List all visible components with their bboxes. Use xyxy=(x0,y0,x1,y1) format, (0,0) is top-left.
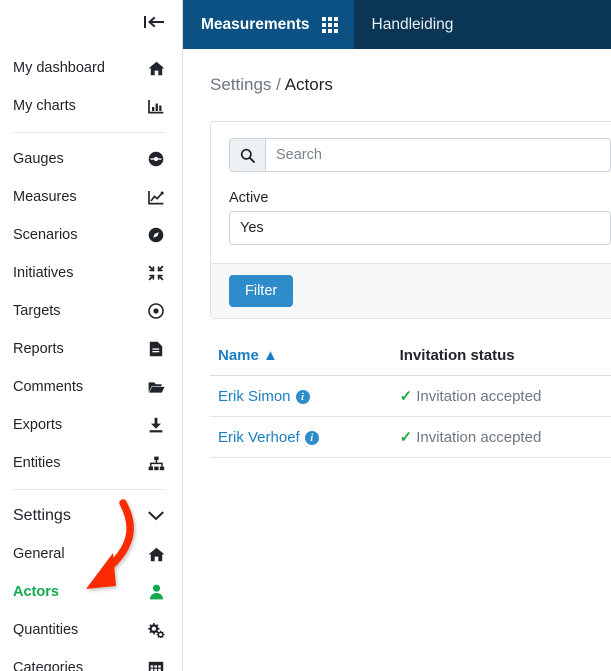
sidebar-item-label: Measures xyxy=(13,189,77,205)
compass-icon xyxy=(147,226,165,244)
sidebar-item-label: Scenarios xyxy=(13,227,78,243)
sidebar-item-label: Comments xyxy=(13,379,84,395)
sidebar-collapse-row xyxy=(0,0,182,49)
topbar-brand[interactable]: Measurements xyxy=(183,0,354,49)
sidebar-item-label: Gauges xyxy=(13,151,64,167)
actor-name-link[interactable]: Erik Verhoef xyxy=(218,429,300,446)
info-icon[interactable]: i xyxy=(304,431,319,445)
gauge-icon xyxy=(147,150,165,168)
topbar: Measurements Handleiding xyxy=(183,0,611,49)
cogs-icon xyxy=(147,621,165,639)
sidebar-item-label: Targets xyxy=(13,303,61,319)
table-row[interactable]: Erik Verhoef i ✓ Invitation accepted xyxy=(210,416,611,458)
download-icon xyxy=(147,416,165,434)
actors-table: Name ▲ Invitation status Erik Simon i ✓ … xyxy=(210,347,611,458)
breadcrumb-parent[interactable]: Settings xyxy=(210,75,271,94)
info-icon[interactable]: i xyxy=(295,390,310,404)
filter-button[interactable]: Filter xyxy=(229,275,294,307)
sidebar-item-entities[interactable]: Entities xyxy=(0,444,182,482)
invitation-status-label: Invitation accepted xyxy=(416,429,542,446)
sidebar-item-label: Categories xyxy=(13,660,84,671)
sidebar-item-label: My charts xyxy=(13,98,76,114)
sidebar-item-categories[interactable]: Categories xyxy=(0,649,182,671)
actor-name-cell: Erik Verhoef i xyxy=(210,416,378,458)
sidebar-item-label: Initiatives xyxy=(13,265,74,281)
invitation-status-label: Invitation accepted xyxy=(416,388,542,405)
sidebar-item-reports[interactable]: Reports xyxy=(0,330,182,368)
actor-name-cell: Erik Simon i xyxy=(210,375,378,417)
sidebar-item-scenarios[interactable]: Scenarios xyxy=(0,216,182,254)
invitation-status-cell: ✓ Invitation accepted xyxy=(377,375,611,417)
breadcrumb-current: Actors xyxy=(284,75,333,94)
active-filter-label: Active xyxy=(229,190,269,206)
search-input-group xyxy=(229,138,611,172)
sidebar-item-my-dashboard[interactable]: My dashboard xyxy=(0,49,182,87)
sort-ascending-icon: ▲ xyxy=(263,347,278,364)
breadcrumb-separator: / xyxy=(276,75,281,94)
sidebar-item-measures[interactable]: Measures xyxy=(0,178,182,216)
column-header-name-label: Name xyxy=(218,347,259,364)
check-icon: ✓ xyxy=(399,429,413,446)
grid-table-icon xyxy=(147,659,165,671)
sidebar-divider xyxy=(13,132,165,133)
line-chart-icon xyxy=(147,188,165,206)
search-icon[interactable] xyxy=(229,138,265,172)
sitemap-icon xyxy=(147,454,165,472)
filter-card: Active Yes Filter xyxy=(210,121,611,319)
sidebar-item-label: Quantities xyxy=(13,622,79,638)
sidebar-item-label: General xyxy=(13,546,65,562)
sidebar-item-exports[interactable]: Exports xyxy=(0,406,182,444)
sidebar-item-my-charts[interactable]: My charts xyxy=(0,87,182,125)
actors-table-head: Name ▲ Invitation status xyxy=(210,347,611,376)
app-root: My dashboard My charts Gauges Measures S… xyxy=(0,0,611,671)
column-header-invitation-status-label: Invitation status xyxy=(399,347,515,364)
breadcrumb: Settings / Actors xyxy=(210,75,611,95)
sidebar-item-label: Entities xyxy=(13,455,61,471)
sidebar-item-targets[interactable]: Targets xyxy=(0,292,182,330)
sidebar-item-label: Actors xyxy=(13,584,59,600)
sidebar-item-quantities[interactable]: Quantities xyxy=(0,611,182,649)
column-header-invitation-status[interactable]: Invitation status xyxy=(377,347,611,376)
compress-icon xyxy=(147,264,165,282)
active-filter-select[interactable]: Yes xyxy=(229,211,611,245)
sidebar-item-label: Reports xyxy=(13,341,64,357)
home-icon xyxy=(147,59,165,77)
column-header-name[interactable]: Name ▲ xyxy=(210,347,378,376)
folder-open-icon xyxy=(147,378,165,396)
sidebar: My dashboard My charts Gauges Measures S… xyxy=(0,0,183,671)
apps-grid-icon[interactable] xyxy=(321,16,338,33)
sidebar-item-label: Settings xyxy=(13,507,71,524)
topbar-link-label: Handleiding xyxy=(371,15,454,33)
user-icon xyxy=(147,583,165,601)
home-icon xyxy=(147,545,165,563)
sidebar-item-comments[interactable]: Comments xyxy=(0,368,182,406)
page-content: Settings / Actors Activ xyxy=(183,49,611,458)
collapse-left-icon[interactable] xyxy=(143,14,165,35)
chevron-down-icon xyxy=(147,507,165,525)
actors-table-body: Erik Simon i ✓ Invitation accepted Erik Ve… xyxy=(210,375,611,458)
search-input[interactable] xyxy=(265,138,611,172)
check-icon: ✓ xyxy=(399,388,413,405)
invitation-status-cell: ✓ Invitation accepted xyxy=(377,416,611,458)
main-area: Measurements Handleiding Settings / Acto… xyxy=(183,0,611,671)
document-icon xyxy=(147,340,165,358)
sidebar-item-actors[interactable]: Actors xyxy=(0,573,182,611)
sidebar-group-settings[interactable]: Settings xyxy=(0,497,182,535)
sidebar-divider xyxy=(13,489,165,490)
bar-chart-icon xyxy=(147,97,165,115)
topbar-brand-label: Measurements xyxy=(201,15,310,33)
table-header-row: Name ▲ Invitation status xyxy=(210,347,611,376)
sidebar-item-general[interactable]: General xyxy=(0,535,182,573)
sidebar-item-label: My dashboard xyxy=(13,60,105,76)
sidebar-item-gauges[interactable]: Gauges xyxy=(0,140,182,178)
topbar-link-handleiding[interactable]: Handleiding xyxy=(354,0,472,49)
active-filter-value: Yes xyxy=(240,220,264,236)
sidebar-item-initiatives[interactable]: Initiatives xyxy=(0,254,182,292)
table-row[interactable]: Erik Simon i ✓ Invitation accepted xyxy=(210,375,611,417)
target-icon xyxy=(147,302,165,320)
filter-card-footer: Filter xyxy=(211,263,611,318)
actor-name-link[interactable]: Erik Simon xyxy=(218,388,291,405)
filter-card-body: Active Yes xyxy=(211,122,611,263)
sidebar-item-label: Exports xyxy=(13,417,63,433)
